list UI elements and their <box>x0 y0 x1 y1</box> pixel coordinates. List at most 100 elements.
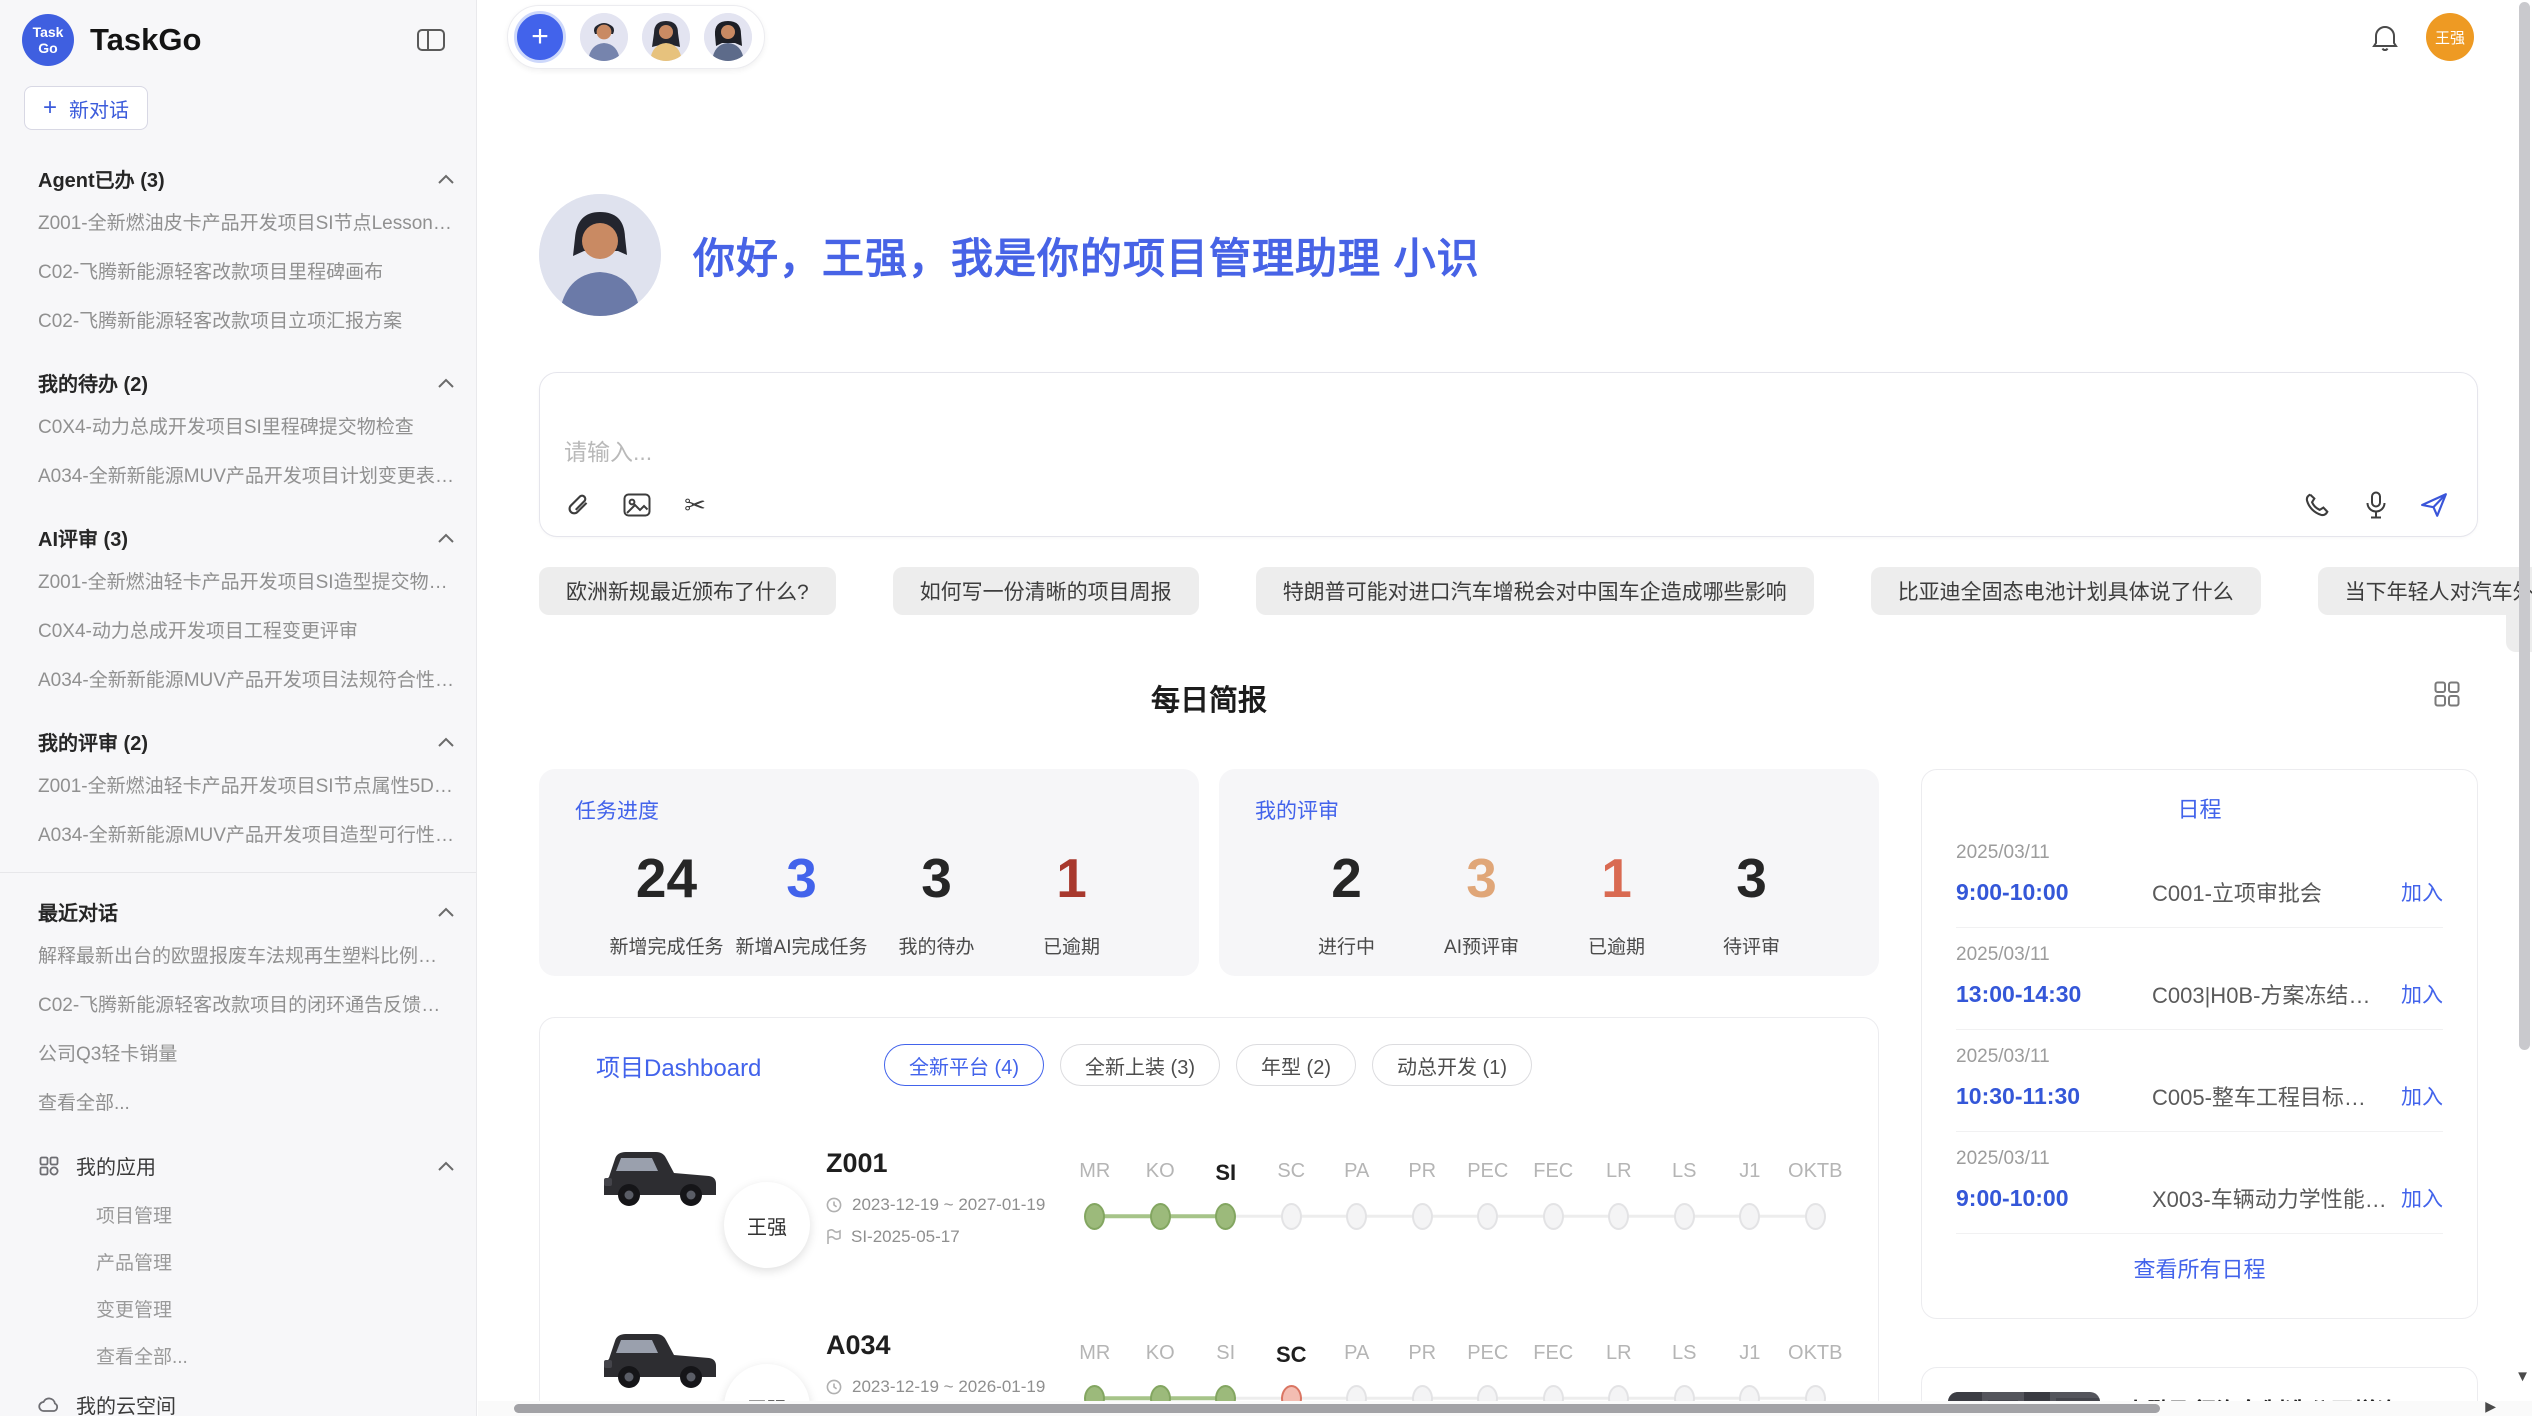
stat-new-done: 24 新增完成任务 <box>599 851 734 959</box>
project-name: Z001 <box>826 1148 1062 1179</box>
milestone-label: LR <box>1586 1342 1652 1368</box>
sidebar-task-item[interactable]: C02-飞腾新能源轻客改款项目立项汇报方案 <box>38 295 454 344</box>
sidebar-task-item[interactable]: C0X4-动力总成开发项目工程变更评审 <box>38 605 454 654</box>
main-area: + 王强 <box>478 0 2532 1416</box>
phone-icon[interactable] <box>2303 490 2333 520</box>
vertical-scrollbar-thumb[interactable] <box>2519 2 2530 1050</box>
sidebar-task-item[interactable]: Z001-全新燃油皮卡产品开发项目SI节点Lesson Learn报告 <box>38 197 454 246</box>
milestone-label: KO <box>1128 1342 1194 1368</box>
recent-chat-item[interactable]: 解释最新出台的欧盟报废车法规再生塑料比例被调至15%... <box>38 930 454 979</box>
join-meeting-link[interactable]: 加入 <box>2401 979 2443 1009</box>
tab-year-model[interactable]: 年型 (2) <box>1236 1044 1356 1086</box>
project-row[interactable]: 王强 Z001 2023-12-19 ~ 2027-01-19 <box>596 1126 1828 1268</box>
collapse-sidebar-icon[interactable] <box>416 27 446 53</box>
join-meeting-link[interactable]: 加入 <box>2401 1183 2443 1213</box>
milestone-dot <box>1805 1203 1826 1230</box>
chevron-up-icon[interactable] <box>438 907 454 917</box>
milestone-label: PA <box>1324 1342 1390 1368</box>
suggestion-chip[interactable]: 特朗普可能对进口汽车增税会对中国车企造成哪些影响 <box>1256 567 1814 615</box>
schedule-item: 2025/03/11 9:00-10:00 X003-车辆动力学性能验... 加… <box>1956 1132 2443 1234</box>
recent-chat-item[interactable]: 查看全部... <box>38 1077 454 1126</box>
tab-new-platform[interactable]: 全新平台 (4) <box>884 1044 1044 1086</box>
member-avatar[interactable] <box>580 13 628 61</box>
sidebar-item-cloud-space[interactable]: 我的云空间 <box>38 1379 454 1416</box>
milestone-dot-done <box>1215 1203 1236 1230</box>
scroll-right-arrow[interactable]: ▶ <box>2485 1398 2496 1415</box>
milestone-label: MR <box>1062 1342 1128 1368</box>
project-name: A034 <box>826 1330 1062 1361</box>
suggestion-chip[interactable]: 比亚迪全固态电池计划具体说了什么 <box>1871 567 2261 615</box>
app-item-change-mgmt[interactable]: 变更管理 <box>38 1285 454 1332</box>
card-title: 任务进度 <box>575 795 1163 825</box>
app-item-view-all[interactable]: 查看全部... <box>38 1332 454 1379</box>
recent-chat-item[interactable]: C02-飞腾新能源轻客改款项目的闭环通告反馈情况 <box>38 979 454 1028</box>
scroll-down-arrow[interactable]: ▼ <box>2515 1368 2530 1385</box>
app-item-project-mgmt[interactable]: 项目管理 <box>38 1191 454 1238</box>
microphone-icon[interactable] <box>2361 490 2391 520</box>
sidebar-item-my-apps[interactable]: 我的应用 <box>38 1140 454 1191</box>
sidebar-task-item[interactable]: Z001-全新燃油轻卡产品开发项目SI造型提交物评审 <box>38 556 454 605</box>
project-dates: 2023-12-19 ~ 2026-01-19 <box>852 1377 1045 1397</box>
section-recent-chats[interactable]: 最近对话 <box>38 897 454 926</box>
schedule-title: 日程 <box>1956 792 2443 824</box>
sidebar-task-item[interactable]: C02-飞腾新能源轻客改款项目里程碑画布 <box>38 246 454 295</box>
section-my-review[interactable]: 我的评审 (2) <box>38 727 454 756</box>
card-title: 我的评审 <box>1255 795 1843 825</box>
join-meeting-link[interactable]: 加入 <box>2401 1081 2443 1111</box>
milestone-dot <box>1739 1203 1760 1230</box>
notification-bell-icon[interactable] <box>2372 23 2398 51</box>
horizontal-scrollbar-thumb[interactable] <box>514 1404 2160 1413</box>
attachment-icon[interactable] <box>564 490 594 520</box>
dashboard-title: 项目Dashboard <box>596 1048 884 1083</box>
new-chat-label: 新对话 <box>69 94 129 123</box>
user-avatar[interactable]: 王强 <box>2426 13 2474 61</box>
tab-powertrain[interactable]: 动总开发 (1) <box>1372 1044 1532 1086</box>
greeting-text: 你好，王强，我是你的项目管理助理 小识 <box>693 225 1480 286</box>
chevron-up-icon[interactable] <box>438 533 454 543</box>
send-icon[interactable] <box>2419 490 2449 520</box>
layout-grid-icon[interactable] <box>2434 681 2460 707</box>
briefing-left-column: 任务进度 24 新增完成任务 3 新增AI完成任务 <box>539 769 1879 1416</box>
chevron-up-icon[interactable] <box>438 174 454 184</box>
chat-input-box[interactable]: 请输入... ✂ <box>539 372 2478 537</box>
new-chat-button[interactable]: + 新对话 <box>24 86 148 130</box>
suggestion-chip[interactable]: 欧洲新规最近颁布了什么? <box>539 567 836 615</box>
milestone-dot <box>1543 1203 1564 1230</box>
recent-chat-item[interactable]: 公司Q3轻卡销量 <box>38 1028 454 1077</box>
member-avatar[interactable] <box>704 13 752 61</box>
project-row[interactable]: 王强 A034 2023-12-19 ~ 2026-01-19 <box>596 1308 1828 1416</box>
chevron-up-icon[interactable] <box>438 1161 454 1171</box>
stat-ai-prereview: 3 AI预评审 <box>1414 851 1549 959</box>
stat-in-progress: 2 进行中 <box>1279 851 1414 959</box>
section-my-todo[interactable]: 我的待办 (2) <box>38 368 454 397</box>
suggestion-chip[interactable]: 如何写一份清晰的项目周报 <box>893 567 1199 615</box>
suggestion-chip[interactable]: 当下年轻人对汽车外观有怎样的喜好趋势 <box>2318 567 2532 615</box>
section-agent-done[interactable]: Agent已办 (3) <box>38 164 454 193</box>
chevron-up-icon[interactable] <box>438 378 454 388</box>
join-meeting-link[interactable]: 加入 <box>2401 877 2443 907</box>
flag-icon <box>826 1229 841 1245</box>
image-icon[interactable] <box>622 490 652 520</box>
milestone-label: PR <box>1390 1160 1456 1186</box>
section-ai-review[interactable]: AI评审 (3) <box>38 523 454 552</box>
suggestion-chips: 欧洲新规最近颁布了什么? 如何写一份清晰的项目周报 特朗普可能对进口汽车增税会对… <box>539 567 2478 615</box>
briefing-header: 每日简报 <box>539 677 2478 721</box>
dashboard-tabs: 全新平台 (4) 全新上装 (3) 年型 (2) 动总开发 (1) <box>884 1044 1532 1086</box>
milestone-label: FEC <box>1521 1342 1587 1368</box>
app-item-product-mgmt[interactable]: 产品管理 <box>38 1238 454 1285</box>
milestone-dot-done <box>1150 1203 1171 1230</box>
view-all-schedule-link[interactable]: 查看所有日程 <box>1956 1252 2443 1284</box>
schedule-date: 2025/03/11 <box>1956 842 2443 864</box>
sidebar-task-item[interactable]: A034-全新新能源MUV产品开发项目法规符合性评审 <box>38 654 454 703</box>
milestone-dot <box>1412 1203 1433 1230</box>
add-member-button[interactable]: + <box>514 11 566 63</box>
sidebar-task-item[interactable]: C0X4-动力总成开发项目SI里程碑提交物检查 <box>38 401 454 450</box>
sidebar-task-item[interactable]: A034-全新新能源MUV产品开发项目造型可行性评审 <box>38 809 454 858</box>
chevron-up-icon[interactable] <box>438 737 454 747</box>
milestone-dot <box>1477 1203 1498 1230</box>
scissors-icon[interactable]: ✂ <box>680 490 710 520</box>
tab-new-body[interactable]: 全新上装 (3) <box>1060 1044 1220 1086</box>
member-avatar[interactable] <box>642 13 690 61</box>
sidebar-task-item[interactable]: A034-全新新能源MUV产品开发项目计划变更表编写 <box>38 450 454 499</box>
sidebar-task-item[interactable]: Z001-全新燃油轻卡产品开发项目SI节点属性5D文件评审 <box>38 760 454 809</box>
